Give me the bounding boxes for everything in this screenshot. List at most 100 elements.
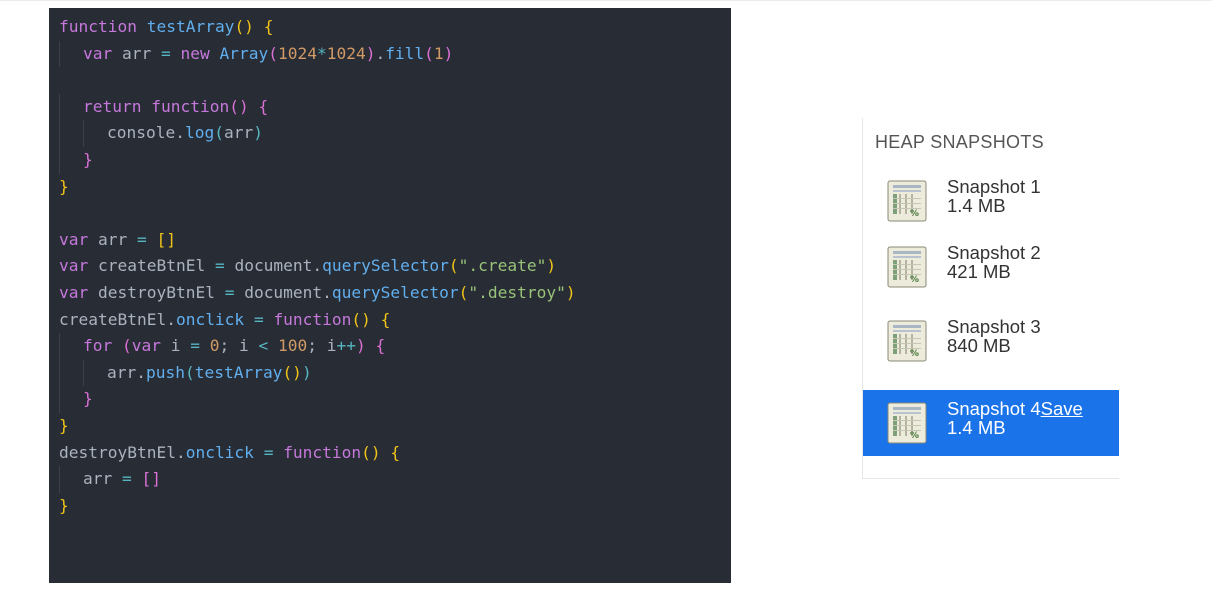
code-token: document. xyxy=(224,256,323,276)
code-token: = xyxy=(214,256,225,276)
code-token: var xyxy=(83,43,113,63)
code-token: = xyxy=(253,309,264,329)
indent-guide xyxy=(59,333,83,360)
code-token: 100 xyxy=(277,336,308,356)
code-line: function testArray() { xyxy=(59,14,576,41)
code-token: document. xyxy=(234,282,332,302)
indent-guide xyxy=(59,93,83,121)
code-token: testArray xyxy=(146,17,235,36)
code-token: ".create" xyxy=(458,256,547,276)
code-token: Array xyxy=(219,43,269,63)
svg-text:%: % xyxy=(910,349,919,359)
code-token: destroyBtnEl xyxy=(88,282,225,302)
code-token: onclick xyxy=(185,442,254,462)
snapshot-item-2[interactable]: % Snapshot 2 421 MB xyxy=(863,234,1119,300)
snapshot-file-icon: % xyxy=(887,246,927,288)
code-line: var arr = [] xyxy=(59,227,576,254)
code-line: var arr = new Array(1024*1024).fill(1) xyxy=(59,40,576,68)
code-line: var createBtnEl = document.querySelector… xyxy=(59,253,576,280)
heap-snapshots-header: HEAP SNAPSHOTS xyxy=(875,132,1044,152)
code-token: { xyxy=(375,336,386,356)
code-line: } xyxy=(59,174,576,201)
snapshot-name-3: Snapshot 3 xyxy=(947,316,1041,337)
code-token: testArray xyxy=(194,362,283,382)
code-token: = xyxy=(263,442,274,462)
code-token: 0 xyxy=(209,336,220,356)
code-token: destroyBtnEl. xyxy=(59,442,186,462)
code-token: function xyxy=(273,309,352,329)
code-token: ( xyxy=(184,362,195,382)
snapshot-size-3: 840 MB xyxy=(947,335,1011,356)
code-editor[interactable]: function testArray() {var arr = new Arra… xyxy=(49,8,731,583)
code-line: } xyxy=(59,386,576,413)
code-token: () xyxy=(234,17,254,36)
snapshot-text-3: Snapshot 3 840 MB xyxy=(947,317,1041,355)
code-token: [] xyxy=(141,469,161,489)
snapshot-size-1: 1.4 MB xyxy=(947,195,1006,216)
code-token: () xyxy=(282,362,302,382)
code-token: push xyxy=(145,362,185,382)
code-token: () xyxy=(229,96,249,116)
code-token: 1024 xyxy=(277,43,317,63)
snapshot-file-icon: % xyxy=(887,320,927,362)
snapshot-item-3[interactable]: % Snapshot 3 840 MB xyxy=(863,308,1119,374)
code-token: ( xyxy=(214,123,224,143)
code-token: () xyxy=(361,442,381,462)
code-line: return function() { xyxy=(59,93,576,121)
snapshot-text-1: Snapshot 1 1.4 MB xyxy=(947,177,1041,215)
indent-guide xyxy=(59,40,83,68)
snapshot-name-1: Snapshot 1 xyxy=(947,176,1041,197)
svg-text:%: % xyxy=(910,275,919,285)
code-token: ) xyxy=(546,256,557,276)
code-token: arr xyxy=(223,123,254,143)
code-token: arr xyxy=(88,229,137,249)
code-token: ) xyxy=(253,123,263,143)
snapshot-name-2: Snapshot 2 xyxy=(947,242,1041,263)
code-token: createBtnEl xyxy=(88,256,215,276)
code-token: ; i xyxy=(219,336,259,356)
code-token: ( xyxy=(448,256,459,276)
code-token: ) xyxy=(301,362,312,382)
code-token: } xyxy=(59,176,69,196)
heap-snapshots-panel: HEAP SNAPSHOTS % Snapshot 1 1.4 MB % Sna… xyxy=(862,118,1119,479)
indent-guide xyxy=(83,359,107,387)
indent-guide xyxy=(59,120,83,147)
code-token: = xyxy=(136,229,147,249)
code-token: var xyxy=(59,282,89,302)
code-token: function xyxy=(151,96,230,116)
code-token: ".destroy" xyxy=(468,282,566,302)
code-token: } xyxy=(83,389,93,409)
code-token: { xyxy=(390,442,401,462)
snapshot-item-4[interactable]: % Snapshot 4Save 1.4 MB xyxy=(863,390,1119,456)
code-token: } xyxy=(83,149,93,169)
snapshot-name-row-4: Snapshot 4Save xyxy=(947,399,1083,418)
save-snapshot-link[interactable]: Save xyxy=(1041,398,1083,419)
code-token: ) xyxy=(565,282,576,302)
code-token: ) xyxy=(355,336,366,356)
code-token: log xyxy=(184,123,215,143)
code-token: arr. xyxy=(107,362,146,382)
code-token: var xyxy=(59,256,89,276)
snapshot-text-2: Snapshot 2 421 MB xyxy=(947,243,1041,281)
code-token: ( xyxy=(458,282,469,302)
code-token: ++ xyxy=(336,336,356,356)
code-token: . xyxy=(375,43,386,63)
code-token: console. xyxy=(107,123,185,143)
svg-text:%: % xyxy=(910,209,919,219)
code-token: for xyxy=(83,336,113,356)
code-line: for (var i = 0; i < 100; i++) { xyxy=(59,333,576,360)
code-token: * xyxy=(316,43,327,63)
code-token: } xyxy=(59,495,69,515)
indent-guide xyxy=(59,359,83,387)
code-line: arr.push(testArray()) xyxy=(59,359,576,387)
snapshot-item-1[interactable]: % Snapshot 1 1.4 MB xyxy=(863,168,1119,234)
